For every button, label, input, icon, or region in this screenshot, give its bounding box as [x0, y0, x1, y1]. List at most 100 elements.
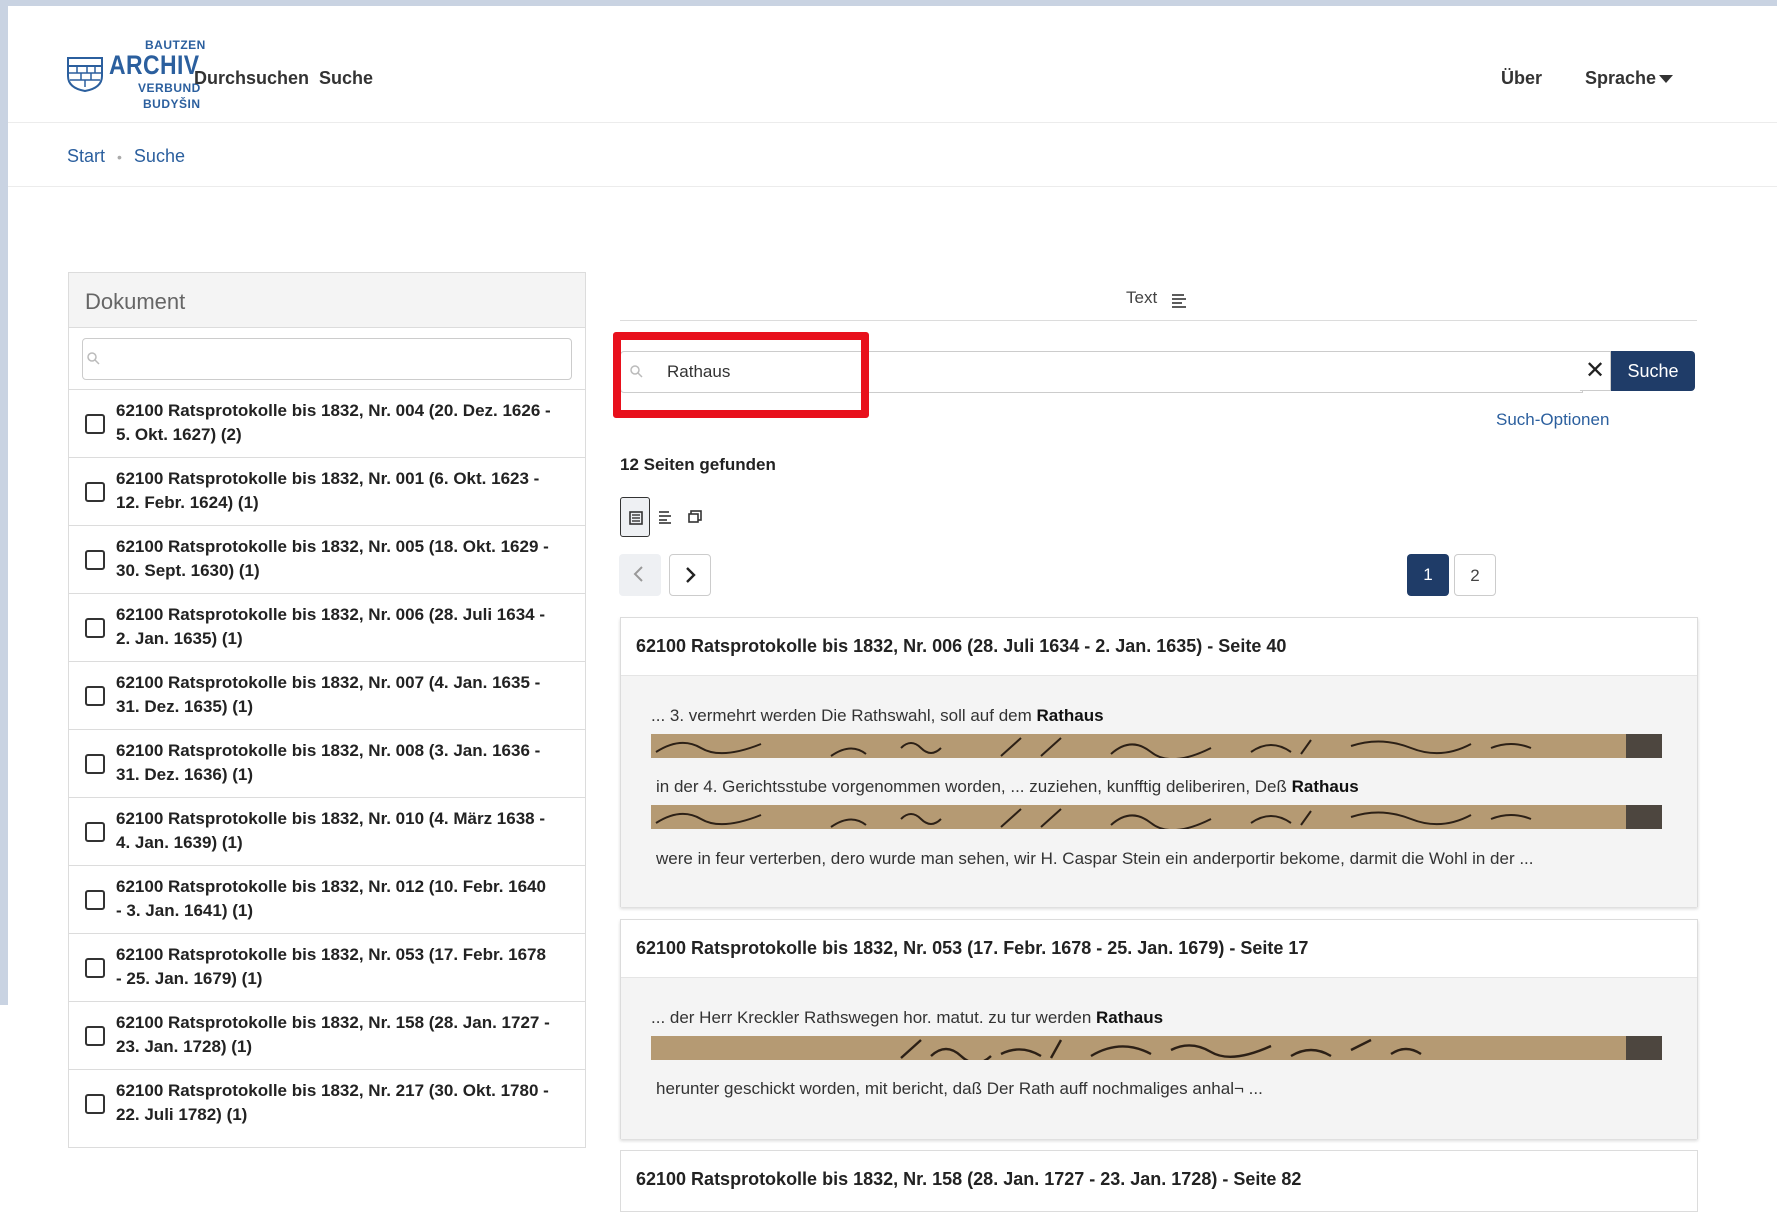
page: BAUTZEN ARCHIV VERBUND BUDYŠIN Durchsuch… [8, 6, 1777, 1212]
caret-down-icon [1659, 75, 1674, 84]
facet-checkbox[interactable] [85, 618, 105, 638]
pagination-previous-button[interactable] [619, 554, 661, 596]
facet-item-label: 62100 Ratsprotokolle bis 1832, Nr. 001 (… [116, 469, 540, 512]
navbar: BAUTZEN ARCHIV VERBUND BUDYŠIN Durchsuch… [8, 6, 1777, 123]
brand-logo[interactable]: BAUTZEN ARCHIV VERBUND BUDYŠIN [67, 30, 205, 111]
language-dropdown-label: Sprache [1585, 68, 1657, 88]
window-left-border [0, 0, 8, 1005]
facet-checkbox[interactable] [85, 754, 105, 774]
snippet-text: in der 4. Gerichtsstube vorgenommen word… [656, 777, 1292, 796]
view-image-snippets-button[interactable] [620, 497, 650, 537]
breadcrumb-separator: • [117, 149, 122, 165]
snippet-text: were in feur verterben, dero wurde man s… [656, 849, 1534, 868]
facet-checkbox[interactable] [85, 1094, 105, 1114]
snippet-hit: Rathaus [1096, 1008, 1164, 1027]
result-card[interactable]: 62100 Ratsprotokolle bis 1832, Nr. 053 (… [620, 919, 1698, 1139]
search-input[interactable]: Rathaus [620, 351, 1583, 393]
result-snippet: were in feur verterben, dero wurde man s… [656, 849, 1534, 869]
facet-checkbox[interactable] [85, 686, 105, 706]
facet-checkbox[interactable] [85, 414, 105, 434]
facet-item[interactable]: 62100 Ratsprotokolle bis 1832, Nr. 158 (… [69, 1001, 585, 1069]
facet-checkbox[interactable] [85, 958, 105, 978]
facet-list: 62100 Ratsprotokolle bis 1832, Nr. 004 (… [69, 389, 585, 1137]
snippet-hit: Rathaus [1036, 706, 1104, 725]
facet-item[interactable]: 62100 Ratsprotokolle bis 1832, Nr. 001 (… [69, 457, 585, 525]
chevron-left-icon [633, 566, 643, 582]
coat-of-arms-icon [67, 57, 103, 92]
result-snippet: ... der Herr Kreckler Rathswegen hor. ma… [651, 1008, 1163, 1028]
language-dropdown[interactable]: Sprache [1585, 68, 1674, 89]
facet-filter-input[interactable] [82, 338, 572, 380]
handwriting-scribble [900, 1038, 1422, 1060]
image-view-icon [629, 511, 643, 525]
search-button[interactable]: Suche [1611, 351, 1695, 391]
brand-line-archiv: ARCHIV [109, 50, 200, 80]
facet-item[interactable]: 62100 Ratsprotokolle bis 1832, Nr. 053 (… [69, 933, 585, 1001]
nav-browse-link[interactable]: Durchsuchen [194, 68, 309, 89]
handwriting-image-strip[interactable] [651, 734, 1662, 758]
nav-about-link[interactable]: Über [1501, 68, 1542, 89]
document-facet-panel: Dokument 62100 Ratsprotokolle bis 1832, … [68, 272, 586, 1148]
gallery-icon [688, 510, 702, 523]
close-icon: ✕ [1584, 357, 1606, 384]
facet-item[interactable]: 62100 Ratsprotokolle bis 1832, Nr. 007 (… [69, 661, 585, 729]
result-card-title[interactable]: 62100 Ratsprotokolle bis 1832, Nr. 158 (… [636, 1169, 1301, 1190]
chevron-right-icon [686, 567, 696, 583]
handwriting-image-strip[interactable] [651, 1036, 1662, 1060]
facet-item[interactable]: 62100 Ratsprotokolle bis 1832, Nr. 005 (… [69, 525, 585, 593]
handwriting-scribble [655, 737, 1532, 758]
result-card-body: ... 3. vermehrt werden Die Rathswahl, so… [621, 675, 1697, 907]
clear-search-button[interactable]: ✕ [1580, 351, 1611, 391]
search-options-link[interactable]: Such-Optionen [1496, 410, 1609, 430]
snippet-text: ... der Herr Kreckler Rathswegen hor. ma… [651, 1008, 1097, 1027]
result-card-body: ... der Herr Kreckler Rathswegen hor. ma… [621, 977, 1697, 1139]
facet-title: Dokument [85, 289, 186, 314]
search-icon [87, 352, 100, 365]
pagination-page-current[interactable]: 1 [1407, 554, 1449, 596]
facet-item-label: 62100 Ratsprotokolle bis 1832, Nr. 007 (… [116, 673, 541, 716]
pagination-page[interactable]: 2 [1454, 554, 1496, 596]
facet-item[interactable]: 62100 Ratsprotokolle bis 1832, Nr. 004 (… [69, 389, 585, 457]
result-card[interactable]: 62100 Ratsprotokolle bis 1832, Nr. 158 (… [620, 1150, 1698, 1212]
result-card-title[interactable]: 62100 Ratsprotokolle bis 1832, Nr. 006 (… [636, 636, 1286, 657]
facet-checkbox[interactable] [85, 890, 105, 910]
text-lines-icon [1172, 294, 1186, 308]
brand-line-budysin: BUDYŠIN [143, 97, 201, 111]
facet-item-label: 62100 Ratsprotokolle bis 1832, Nr. 006 (… [116, 605, 546, 648]
handwriting-image-strip[interactable] [651, 805, 1662, 829]
result-snippet: in der 4. Gerichtsstube vorgenommen word… [656, 777, 1359, 797]
facet-item-label: 62100 Ratsprotokolle bis 1832, Nr. 004 (… [116, 401, 551, 444]
facet-item-label: 62100 Ratsprotokolle bis 1832, Nr. 010 (… [116, 809, 545, 852]
facet-item[interactable]: 62100 Ratsprotokolle bis 1832, Nr. 217 (… [69, 1069, 585, 1137]
view-gallery-button[interactable] [680, 497, 710, 537]
result-card[interactable]: 62100 Ratsprotokolle bis 1832, Nr. 006 (… [620, 617, 1698, 907]
snippet-text: ... 3. vermehrt werden Die Rathswahl, so… [651, 706, 1037, 725]
search-input-value: Rathaus [667, 362, 731, 381]
nav-search-link[interactable]: Suche [319, 68, 373, 89]
facet-checkbox[interactable] [85, 822, 105, 842]
handwriting-scribble [655, 808, 1532, 829]
pagination-next-button[interactable] [669, 554, 711, 596]
facet-item[interactable]: 62100 Ratsprotokolle bis 1832, Nr. 006 (… [69, 593, 585, 661]
facet-item[interactable]: 62100 Ratsprotokolle bis 1832, Nr. 010 (… [69, 797, 585, 865]
breadcrumb-current[interactable]: Suche [134, 146, 185, 166]
view-mode-toggle [620, 497, 710, 537]
facet-checkbox[interactable] [85, 1026, 105, 1046]
text-lines-icon [659, 511, 671, 524]
facet-item-label: 62100 Ratsprotokolle bis 1832, Nr. 158 (… [116, 1013, 550, 1056]
facet-item-label: 62100 Ratsprotokolle bis 1832, Nr. 217 (… [116, 1081, 549, 1124]
view-text-snippets-button[interactable] [650, 497, 680, 537]
facet-checkbox[interactable] [85, 550, 105, 570]
result-snippet: herunter geschickt worden, mit bericht, … [656, 1079, 1263, 1099]
facet-item[interactable]: 62100 Ratsprotokolle bis 1832, Nr. 012 (… [69, 865, 585, 933]
facet-header: Dokument [69, 273, 585, 328]
result-card-title[interactable]: 62100 Ratsprotokolle bis 1832, Nr. 053 (… [636, 938, 1308, 959]
breadcrumb-home-link[interactable]: Start [67, 146, 105, 166]
result-snippet: ... 3. vermehrt werden Die Rathswahl, so… [651, 706, 1104, 726]
facet-item[interactable]: 62100 Ratsprotokolle bis 1832, Nr. 008 (… [69, 729, 585, 797]
facet-item-label: 62100 Ratsprotokolle bis 1832, Nr. 008 (… [116, 741, 541, 784]
result-count: 12 Seiten gefunden [620, 455, 776, 474]
facet-checkbox[interactable] [85, 482, 105, 502]
facet-item-label: 62100 Ratsprotokolle bis 1832, Nr. 053 (… [116, 945, 546, 988]
tab-text-view[interactable]: Text [1126, 288, 1157, 308]
